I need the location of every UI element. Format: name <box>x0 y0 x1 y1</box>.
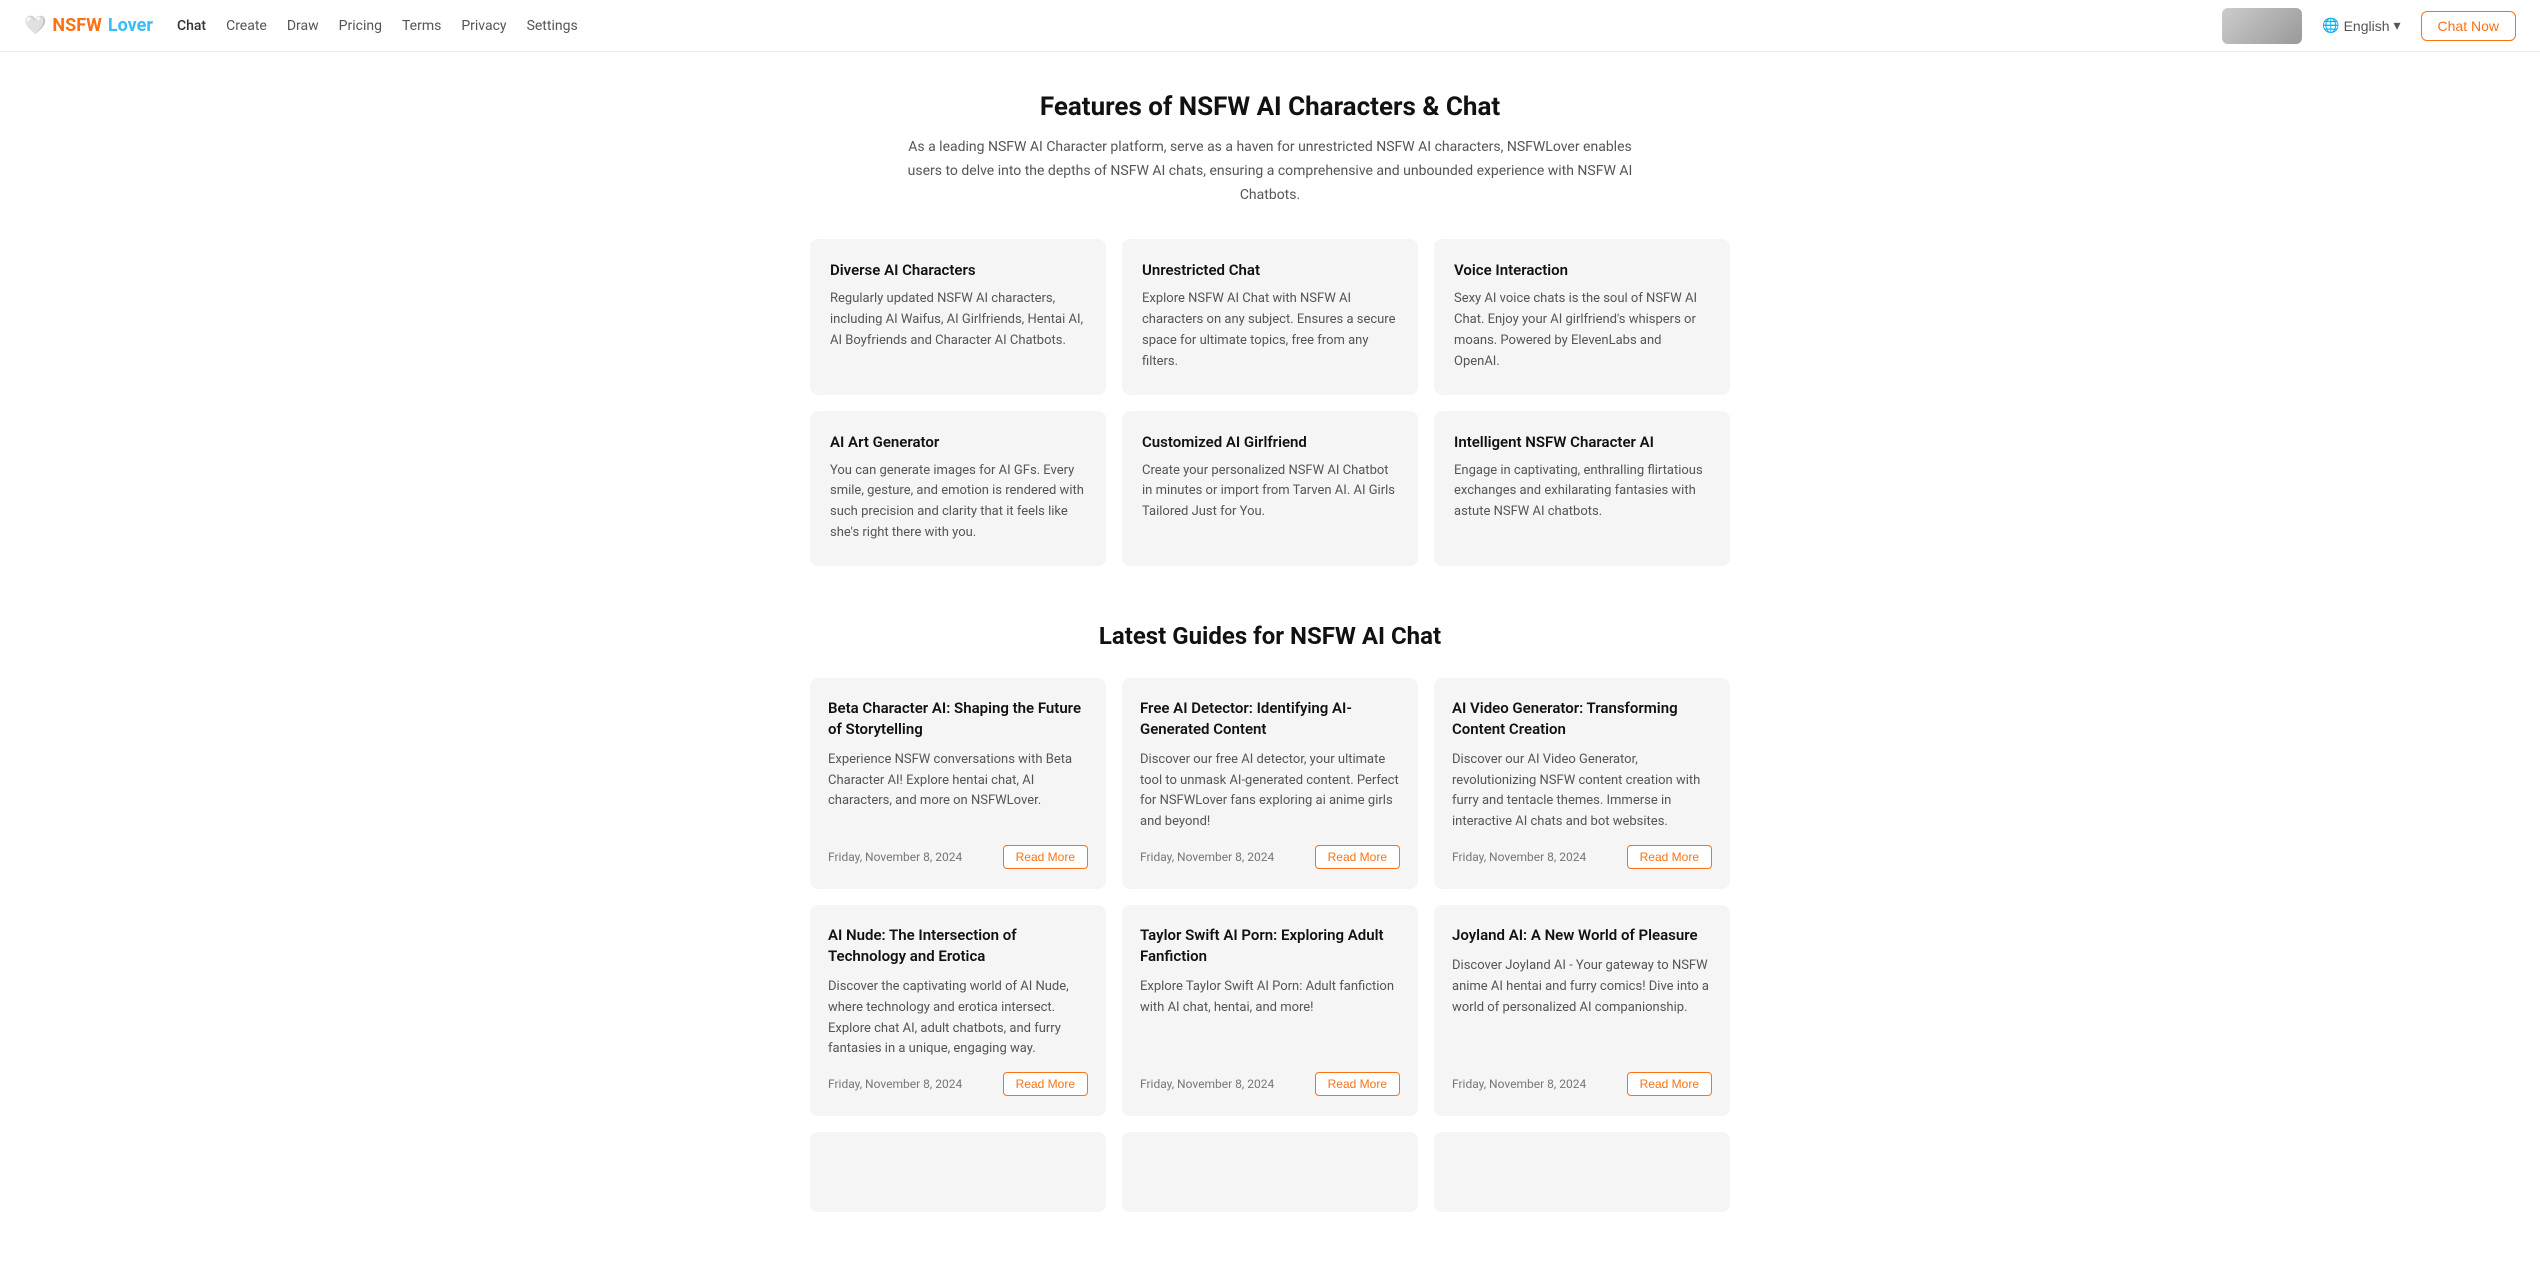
feature-title-3: AI Art Generator <box>830 433 1086 451</box>
nav-settings[interactable]: Settings <box>527 18 578 34</box>
language-label: English <box>2344 18 2390 34</box>
read-more-btn-1[interactable]: Read More <box>1315 845 1400 869</box>
logo-nsfw: NSFW <box>52 15 101 36</box>
guide-card-2: AI Video Generator: Transforming Content… <box>1434 678 1730 889</box>
nav-draw[interactable]: Draw <box>287 18 319 34</box>
nav-terms[interactable]: Terms <box>402 18 441 34</box>
features-description: As a leading NSFW AI Character platform,… <box>900 136 1640 207</box>
guide-footer-3: Friday, November 8, 2024 Read More <box>828 1072 1088 1096</box>
guide-date-1: Friday, November 8, 2024 <box>1140 850 1274 864</box>
chat-now-button[interactable]: Chat Now <box>2421 11 2516 41</box>
logo-lover: Lover <box>108 15 153 36</box>
guide-date-0: Friday, November 8, 2024 <box>828 850 962 864</box>
guide-title-5: Joyland AI: A New World of Pleasure <box>1452 925 1712 946</box>
guide-card-5: Joyland AI: A New World of Pleasure Disc… <box>1434 905 1730 1116</box>
guide-title-3: AI Nude: The Intersection of Technology … <box>828 925 1088 967</box>
guide-card-4: Taylor Swift AI Porn: Exploring Adult Fa… <box>1122 905 1418 1116</box>
guide-footer-2: Friday, November 8, 2024 Read More <box>1452 845 1712 869</box>
guide-card-partial-2 <box>1434 1132 1730 1212</box>
feature-title-1: Unrestricted Chat <box>1142 261 1398 279</box>
guide-date-4: Friday, November 8, 2024 <box>1140 1077 1274 1091</box>
user-avatar <box>2222 8 2302 44</box>
feature-desc-4: Create your personalized NSFW AI Chatbot… <box>1142 461 1398 523</box>
feature-card-2: Voice Interaction Sexy AI voice chats is… <box>1434 239 1730 394</box>
features-title: Features of NSFW AI Characters & Chat <box>810 92 1730 122</box>
guides-section: Latest Guides for NSFW AI Chat Beta Char… <box>810 622 1730 1212</box>
guide-date-5: Friday, November 8, 2024 <box>1452 1077 1586 1091</box>
site-logo[interactable]: 🤍 NSFW Lover <box>24 15 153 36</box>
guide-card-partial-0 <box>810 1132 1106 1212</box>
read-more-btn-4[interactable]: Read More <box>1315 1072 1400 1096</box>
guide-title-0: Beta Character AI: Shaping the Future of… <box>828 698 1088 740</box>
nav-chat[interactable]: Chat <box>177 18 206 34</box>
feature-card-1: Unrestricted Chat Explore NSFW AI Chat w… <box>1122 239 1418 394</box>
guide-footer-1: Friday, November 8, 2024 Read More <box>1140 845 1400 869</box>
nav-links: Chat Create Draw Pricing Terms Privacy S… <box>177 18 2222 34</box>
translate-icon: 🌐 <box>2322 17 2339 34</box>
guide-title-2: AI Video Generator: Transforming Content… <box>1452 698 1712 740</box>
nav-privacy[interactable]: Privacy <box>461 18 506 34</box>
guide-desc-4: Explore Taylor Swift AI Porn: Adult fanf… <box>1140 977 1400 1060</box>
guide-desc-3: Discover the captivating world of AI Nud… <box>828 977 1088 1060</box>
chevron-down-icon: ▾ <box>2394 17 2401 34</box>
navbar: 🤍 NSFW Lover Chat Create Draw Pricing Ter… <box>0 0 2540 52</box>
guides-grid-bottom <box>810 1132 1730 1212</box>
navbar-right: 🌐 English ▾ Chat Now <box>2222 8 2516 44</box>
feature-card-4: Customized AI Girlfriend Create your per… <box>1122 411 1418 566</box>
nav-create[interactable]: Create <box>226 18 267 34</box>
feature-desc-1: Explore NSFW AI Chat with NSFW AI charac… <box>1142 289 1398 372</box>
feature-card-0: Diverse AI Characters Regularly updated … <box>810 239 1106 394</box>
guide-card-3: AI Nude: The Intersection of Technology … <box>810 905 1106 1116</box>
feature-desc-3: You can generate images for AI GFs. Ever… <box>830 461 1086 544</box>
guide-desc-5: Discover Joyland AI - Your gateway to NS… <box>1452 956 1712 1060</box>
guide-card-partial-1 <box>1122 1132 1418 1212</box>
feature-title-2: Voice Interaction <box>1454 261 1710 279</box>
read-more-btn-3[interactable]: Read More <box>1003 1072 1088 1096</box>
language-selector[interactable]: 🌐 English ▾ <box>2314 13 2408 38</box>
read-more-btn-2[interactable]: Read More <box>1627 845 1712 869</box>
guide-card-0: Beta Character AI: Shaping the Future of… <box>810 678 1106 889</box>
guides-grid: Beta Character AI: Shaping the Future of… <box>810 678 1730 1116</box>
feature-title-5: Intelligent NSFW Character AI <box>1454 433 1710 451</box>
guide-footer-5: Friday, November 8, 2024 Read More <box>1452 1072 1712 1096</box>
nav-pricing[interactable]: Pricing <box>339 18 382 34</box>
logo-heart-icon: 🤍 <box>24 15 46 36</box>
guide-date-3: Friday, November 8, 2024 <box>828 1077 962 1091</box>
main-content: Features of NSFW AI Characters & Chat As… <box>790 52 1750 1252</box>
read-more-btn-5[interactable]: Read More <box>1627 1072 1712 1096</box>
guide-footer-4: Friday, November 8, 2024 Read More <box>1140 1072 1400 1096</box>
feature-title-4: Customized AI Girlfriend <box>1142 433 1398 451</box>
feature-title-0: Diverse AI Characters <box>830 261 1086 279</box>
read-more-btn-0[interactable]: Read More <box>1003 845 1088 869</box>
feature-card-3: AI Art Generator You can generate images… <box>810 411 1106 566</box>
features-grid: Diverse AI Characters Regularly updated … <box>810 239 1730 565</box>
guide-desc-1: Discover our free AI detector, your ulti… <box>1140 750 1400 833</box>
guides-title: Latest Guides for NSFW AI Chat <box>810 622 1730 650</box>
feature-desc-2: Sexy AI voice chats is the soul of NSFW … <box>1454 289 1710 372</box>
guide-title-1: Free AI Detector: Identifying AI-Generat… <box>1140 698 1400 740</box>
guide-desc-2: Discover our AI Video Generator, revolut… <box>1452 750 1712 833</box>
guide-card-1: Free AI Detector: Identifying AI-Generat… <box>1122 678 1418 889</box>
guide-footer-0: Friday, November 8, 2024 Read More <box>828 845 1088 869</box>
feature-desc-0: Regularly updated NSFW AI characters, in… <box>830 289 1086 351</box>
guide-title-4: Taylor Swift AI Porn: Exploring Adult Fa… <box>1140 925 1400 967</box>
guide-date-2: Friday, November 8, 2024 <box>1452 850 1586 864</box>
features-section: Features of NSFW AI Characters & Chat As… <box>810 92 1730 566</box>
feature-card-5: Intelligent NSFW Character AI Engage in … <box>1434 411 1730 566</box>
guide-desc-0: Experience NSFW conversations with Beta … <box>828 750 1088 833</box>
feature-desc-5: Engage in captivating, enthralling flirt… <box>1454 461 1710 523</box>
